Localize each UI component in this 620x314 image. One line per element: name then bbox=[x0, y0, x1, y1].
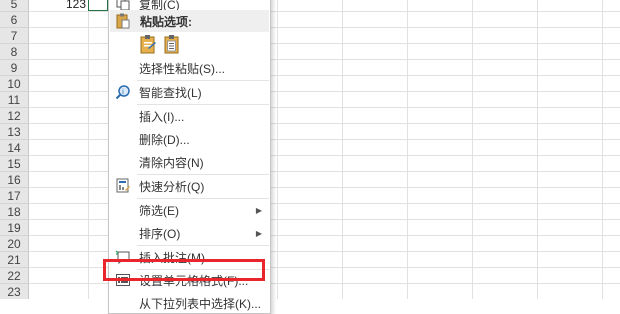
row-header[interactable]: 14 bbox=[0, 140, 29, 156]
cell-a5[interactable]: 123 bbox=[30, 0, 88, 12]
row-header[interactable]: 7 bbox=[0, 28, 29, 44]
row-header[interactable]: 18 bbox=[0, 204, 29, 220]
svg-text:i: i bbox=[122, 88, 124, 96]
menu-item-label: 插入(I)... bbox=[139, 109, 185, 124]
row-header[interactable]: 21 bbox=[0, 252, 29, 268]
row-header[interactable]: 12 bbox=[0, 108, 29, 124]
spreadsheet-grid[interactable]: 5 6 7 8 9 10 11 12 13 14 15 16 17 18 19 20 21 22 23 123 bbox=[0, 0, 620, 299]
selected-cell[interactable] bbox=[88, 0, 108, 11]
menu-item-label: 清除内容(N) bbox=[139, 155, 204, 170]
menu-item-quick-analysis[interactable]: 快速分析(Q) bbox=[109, 175, 270, 197]
column-gridline bbox=[602, 0, 603, 299]
search-icon: i bbox=[115, 84, 131, 100]
row-header[interactable]: 11 bbox=[0, 92, 29, 108]
quick-analysis-icon bbox=[115, 178, 131, 194]
column-gridline bbox=[472, 0, 473, 299]
paste-option-paste[interactable] bbox=[139, 34, 157, 54]
menu-item-delete[interactable]: 删除(D)... bbox=[109, 128, 270, 150]
paste-options-label: 粘贴选项: bbox=[140, 14, 192, 29]
column-gridline bbox=[88, 0, 89, 299]
menu-item-label: 智能查找(L) bbox=[139, 85, 202, 100]
column-gridline bbox=[277, 0, 278, 299]
row-header[interactable]: 13 bbox=[0, 124, 29, 140]
menu-item-paste-special[interactable]: 选择性粘贴(S)... bbox=[109, 57, 270, 79]
row-header[interactable]: 6 bbox=[0, 12, 29, 28]
row-header[interactable]: 8 bbox=[0, 44, 29, 60]
row-header[interactable]: 5 bbox=[0, 0, 29, 12]
paste-options-header: 粘贴选项: bbox=[110, 10, 269, 32]
menu-item-pick-from-list[interactable]: 从下拉列表中选择(K)... bbox=[109, 292, 270, 314]
row-header[interactable]: 10 bbox=[0, 76, 29, 92]
menu-item-label: 筛选(E) bbox=[139, 203, 179, 218]
row-header[interactable]: 9 bbox=[0, 60, 29, 76]
row-header[interactable]: 19 bbox=[0, 220, 29, 236]
column-gridline bbox=[537, 0, 538, 299]
submenu-arrow-icon: ▶ bbox=[255, 228, 262, 238]
row-header[interactable]: 16 bbox=[0, 172, 29, 188]
row-header[interactable]: 20 bbox=[0, 236, 29, 252]
menu-item-label: 从下拉列表中选择(K)... bbox=[139, 296, 261, 311]
paste-option-values[interactable] bbox=[163, 34, 181, 54]
menu-item-label: 快速分析(Q) bbox=[139, 179, 205, 194]
menu-item-clear-contents[interactable]: 清除内容(N) bbox=[109, 151, 270, 173]
submenu-arrow-icon: ▶ bbox=[255, 205, 262, 215]
menu-item-label: 删除(D)... bbox=[139, 132, 190, 147]
menu-item-filter[interactable]: 筛选(E) ▶ bbox=[109, 199, 270, 221]
column-gridline bbox=[407, 0, 408, 299]
row-header[interactable]: 17 bbox=[0, 188, 29, 204]
menu-item-smart-lookup[interactable]: i 智能查找(L) bbox=[109, 81, 270, 103]
paste-icon bbox=[116, 13, 130, 32]
row-header[interactable]: 23 bbox=[0, 284, 29, 299]
row-header[interactable]: 15 bbox=[0, 156, 29, 172]
row-header[interactable]: 22 bbox=[0, 268, 29, 284]
menu-item-sort[interactable]: 排序(O) ▶ bbox=[109, 222, 270, 244]
highlight-box bbox=[103, 259, 265, 281]
menu-item-label: 排序(O) bbox=[139, 226, 181, 241]
menu-item-insert[interactable]: 插入(I)... bbox=[109, 105, 270, 127]
menu-item-label: 选择性粘贴(S)... bbox=[139, 61, 225, 76]
column-gridline bbox=[342, 0, 343, 299]
